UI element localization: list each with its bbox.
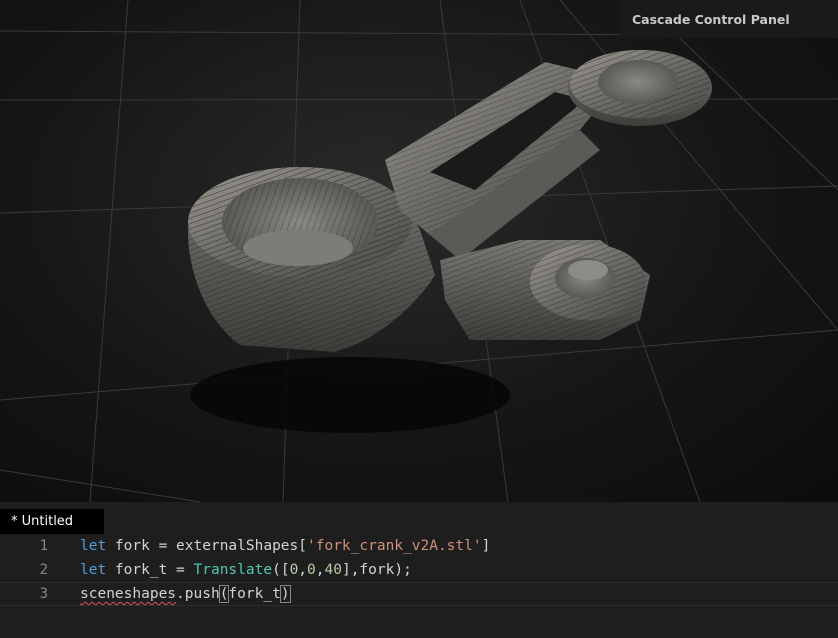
code-token: ([ <box>272 562 290 578</box>
model-shadow <box>190 357 510 433</box>
3d-viewport[interactable]: Cascade Control Panel <box>0 0 838 502</box>
line-content: let fork_t = Translate([0,0,40],fork); <box>80 562 412 578</box>
control-panel-title[interactable]: Cascade Control Panel <box>632 12 790 27</box>
viewport-canvas[interactable] <box>0 0 838 502</box>
code-token: let <box>80 538 107 554</box>
code-token: 0 <box>289 562 299 578</box>
fork-crank-3d-model[interactable] <box>188 50 712 352</box>
code-editor[interactable]: * Untitled 1 let fork = externalShapes['… <box>0 502 838 638</box>
code-token: , <box>298 562 308 578</box>
code-token: let <box>80 562 107 578</box>
code-line-1[interactable]: 1 let fork = externalShapes['fork_crank_… <box>0 534 838 558</box>
code-token: fork = externalShapes[ <box>106 538 307 554</box>
code-token: ] <box>481 538 491 554</box>
code-token: ],fork); <box>341 562 412 578</box>
code-token: 40 <box>324 562 342 578</box>
code-area[interactable]: 1 let fork = externalShapes['fork_crank_… <box>0 534 838 638</box>
code-line-2[interactable]: 2 let fork_t = Translate([0,0,40],fork); <box>0 558 838 582</box>
line-number: 2 <box>39 562 48 578</box>
code-token: Translate <box>193 562 273 578</box>
code-token: , <box>315 562 325 578</box>
bracket-match-close: ) <box>279 585 291 603</box>
line-number: 1 <box>39 538 48 554</box>
line-number: 3 <box>39 586 48 602</box>
code-token: 0 <box>307 562 316 578</box>
control-panel[interactable]: Cascade Control Panel <box>620 0 838 38</box>
code-token: 'fork_crank_v2A.stl' <box>307 538 482 554</box>
editor-tabbar: * Untitled <box>0 502 838 534</box>
code-token: fork_t <box>228 586 281 602</box>
code-token: fork_t = <box>106 562 194 578</box>
code-token: .push <box>176 586 220 602</box>
code-token-error: sceneshapes <box>80 586 177 602</box>
tab-untitled[interactable]: * Untitled <box>0 509 104 534</box>
code-line-3[interactable]: 3 sceneshapes.push(fork_t) <box>0 582 838 606</box>
line-content: sceneshapes.push(fork_t) <box>80 585 291 603</box>
line-content: let fork = externalShapes['fork_crank_v2… <box>80 538 490 554</box>
